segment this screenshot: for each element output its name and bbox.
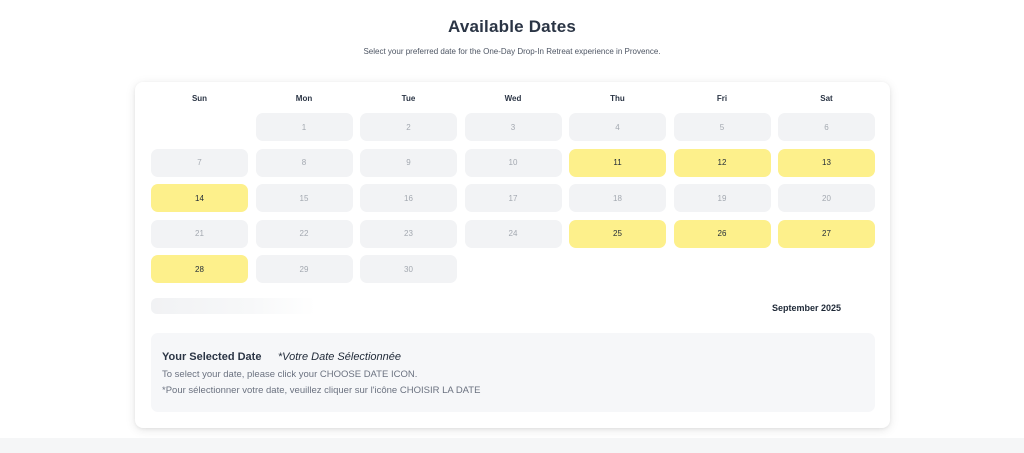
available-day-cell[interactable]: 13 — [778, 148, 875, 177]
unavailable-day-cell: 22 — [255, 219, 353, 248]
unavailable-day-cell: 9 — [360, 148, 457, 177]
unavailable-day-cell: 10 — [464, 148, 562, 177]
selected-date-title: Your Selected Date — [162, 351, 262, 363]
unavailable-day-cell: 30 — [360, 255, 457, 283]
unavailable-day-cell: 4 — [569, 113, 666, 141]
unavailable-day-cell: 19 — [673, 184, 771, 212]
unavailable-day-cell: 29 — [255, 255, 353, 283]
header: Available Dates Select your preferred da… — [0, 0, 1024, 56]
available-day-cell[interactable]: 14 — [151, 184, 248, 212]
unavailable-day-cell: 3 — [464, 113, 562, 141]
unavailable-day-cell: 21 — [151, 219, 248, 248]
calendar-blank-cell — [151, 113, 248, 141]
selection-instruction: To select your date, please click your C… — [162, 369, 418, 380]
weekday-label: Wed — [504, 94, 522, 103]
selected-date-panel: Your Selected Date *Votre Date Sélection… — [151, 333, 875, 412]
unavailable-day-cell: 5 — [673, 113, 771, 141]
unavailable-day-cell: 17 — [464, 184, 562, 212]
available-day-cell[interactable]: 11 — [569, 148, 666, 177]
unavailable-day-cell: 8 — [255, 148, 353, 177]
weekday-header: Sun Mon Tue Wed Thu Fri Sat — [151, 94, 875, 103]
page-subtitle: Select your preferred date for the One-D… — [363, 47, 661, 56]
unavailable-day-cell: 18 — [569, 184, 666, 212]
calendar-grid: 1 2 3 4 5 6 7 8 9 10 11 12 13 14 15 16 17 18 19 20 21 22 23 24 2… — [151, 113, 875, 283]
month-navigation-placeholder — [151, 298, 316, 314]
available-day-cell[interactable]: 25 — [569, 219, 666, 248]
selected-date-title-fr: *Votre Date Sélectionnée — [277, 351, 402, 363]
unavailable-day-cell: 23 — [360, 219, 457, 248]
unavailable-day-cell: 20 — [778, 184, 875, 212]
unavailable-day-cell: 6 — [778, 113, 875, 141]
weekday-label: Sun — [191, 94, 208, 103]
unavailable-day-cell: 1 — [255, 113, 353, 141]
unavailable-day-cell: 24 — [464, 219, 562, 248]
selection-instruction-fr: *Pour sélectionner votre date, veuillez … — [162, 385, 481, 396]
weekday-label: Sat — [820, 94, 833, 103]
unavailable-day-cell: 7 — [151, 148, 248, 177]
unavailable-day-cell: 15 — [255, 184, 353, 212]
weekday-label: Mon — [295, 94, 313, 103]
footer-band — [0, 438, 1024, 453]
available-day-cell[interactable]: 12 — [673, 148, 771, 177]
weekday-label: Fri — [716, 94, 728, 103]
selected-date-heading: Your Selected Date *Votre Date Sélection… — [162, 347, 401, 365]
available-day-cell[interactable]: 26 — [673, 219, 771, 248]
weekday-label: Tue — [401, 94, 416, 103]
weekday-label: Thu — [610, 94, 625, 103]
page-title: Available Dates — [447, 17, 577, 36]
available-day-cell[interactable]: 27 — [778, 219, 875, 248]
calendar-card: Sun Mon Tue Wed Thu Fri Sat 1 2 3 4 5 6 7 8 9 10 11 12 13 1… — [135, 82, 890, 428]
unavailable-day-cell: 16 — [360, 184, 457, 212]
available-day-cell[interactable]: 28 — [151, 255, 248, 283]
month-label: September 2025 — [771, 303, 841, 313]
unavailable-day-cell: 2 — [360, 113, 457, 141]
